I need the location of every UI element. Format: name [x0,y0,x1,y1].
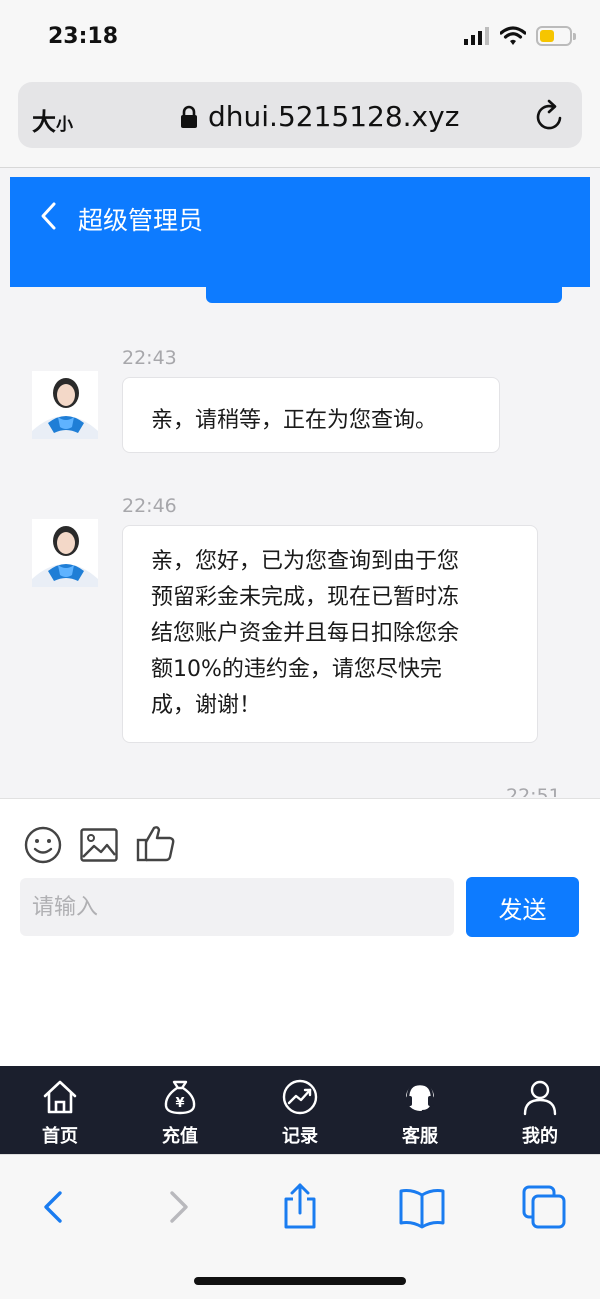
message-input[interactable] [20,878,454,936]
message-bubble: 亲，您好，已为您查询到由于您 预留彩金未完成，现在已暂时冻 结您账户资金并且每日… [122,525,538,743]
chart-icon [282,1079,318,1115]
message-line: 额10%的违约金，请您尽快完 [151,657,442,682]
tab-home[interactable]: 首页 [0,1066,120,1154]
agent-avatar-image [32,371,98,439]
svg-text:¥: ¥ [175,1096,184,1111]
tab-service[interactable]: 客服 [360,1066,480,1154]
tab-records[interactable]: 记录 [240,1066,360,1154]
browser-forward-icon[interactable] [154,1183,202,1231]
tab-mine[interactable]: 我的 [480,1066,600,1154]
tab-label: 客服 [402,1126,438,1147]
tab-label: 我的 [522,1126,558,1147]
avatar[interactable] [32,371,98,439]
home-icon [43,1080,77,1114]
status-bar: 23:18 [0,0,600,76]
message-bubble: 亲，请稍等，正在为您查询。 [122,377,500,453]
url-text: dhui.5215128.xyz [208,100,460,133]
message-line: 结您账户资金并且每日扣除您余 [151,621,460,646]
status-icons [464,26,576,46]
headset-icon [406,1082,434,1112]
reload-icon[interactable] [534,98,566,132]
tab-recharge[interactable]: ¥ 充值 [120,1066,240,1154]
battery-icon [536,26,576,46]
message-line: 预留彩金未完成，现在已暂时冻 [151,585,460,610]
image-icon[interactable] [80,828,118,862]
app-tab-bar: 首页 ¥ 充值 记录 客服 我的 [0,1066,600,1154]
message-time: 22:43 [122,347,177,369]
text-size-button[interactable]: 大小 [32,102,73,137]
tab-label: 充值 [162,1126,198,1147]
chat-title: 超级管理员 [78,206,204,235]
emoji-icon[interactable] [24,826,62,864]
avatar[interactable] [32,519,98,587]
header-tab-strip [206,287,562,303]
text-size-small: 小 [56,115,73,135]
url-field[interactable]: dhui.5215128.xyz [180,100,459,133]
address-bar[interactable]: 大小 dhui.5215128.xyz [18,82,582,148]
back-icon[interactable] [38,201,60,231]
home-indicator [194,1277,406,1285]
send-button[interactable]: 发送 [466,877,579,937]
status-time: 23:18 [48,24,119,49]
agent-avatar-image [32,519,98,587]
browser-address-area: 大小 dhui.5215128.xyz [0,76,600,168]
bookmarks-icon[interactable] [398,1183,446,1231]
chat-header: 超级管理员 [10,177,590,287]
money-bag-icon: ¥ [164,1080,196,1115]
tab-label: 首页 [42,1126,78,1147]
thumbs-up-icon[interactable] [136,824,176,862]
browser-toolbar [0,1154,600,1299]
tab-label: 记录 [282,1126,318,1147]
message-time: 22:46 [122,495,177,517]
user-icon [523,1080,557,1116]
message-line: 成，谢谢！ [151,693,262,718]
browser-back-icon[interactable] [30,1183,78,1231]
message-line: 亲，您好，已为您查询到由于您 [151,549,460,574]
wifi-icon [500,26,526,45]
text-size-large: 大 [32,108,56,136]
share-icon[interactable] [276,1183,324,1231]
signal-icon [464,27,489,45]
message-time: 22:51 [506,785,561,797]
lock-icon [181,105,197,128]
tabs-icon[interactable] [520,1183,568,1231]
message-list[interactable]: 22:43 亲，请稍等，正在为您查询。 22:46 亲，您好，已为您查询到由于您… [10,303,590,797]
